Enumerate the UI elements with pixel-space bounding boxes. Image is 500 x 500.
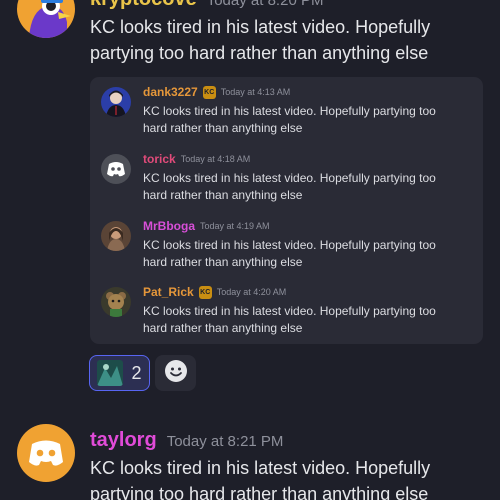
forwarded-author-name[interactable]: dank3227 [143,85,198,99]
teddy-bear-avatar-icon[interactable] [101,287,131,317]
anime-character-avatar-icon[interactable] [101,87,131,117]
photo-avatar-icon[interactable] [101,221,131,251]
forwarded-messages-embed: dank3227 KC Today at 4:13 AM KC looks ti… [90,77,483,344]
forwarded-message-text: KC looks tired in his latest video. Hope… [143,171,436,202]
custom-emoji-icon [97,360,124,386]
bird-avatar-icon[interactable] [17,0,75,38]
message-taylorg: taylorg Today at 8:21 PM KC looks tired … [0,420,500,500]
reaction-count: 2 [131,362,142,383]
server-tag-badge: KC [202,85,216,99]
reaction-button[interactable]: 2 [89,355,150,391]
forwarded-message: dank3227 KC Today at 4:13 AM KC looks ti… [90,77,483,137]
forwarded-timestamp: Today at 4:18 AM [180,154,251,164]
discord-default-avatar-icon[interactable] [101,154,131,184]
timestamp: Today at 8:20 PM [206,0,324,9]
forwarded-message-text: KC looks tired in his latest video. Hope… [143,304,436,335]
add-reaction-smiley-icon [164,359,188,388]
forwarded-author-name[interactable]: torick [143,152,176,166]
author-name[interactable]: kryptocove [90,0,197,11]
forwarded-timestamp: Today at 4:13 AM [220,87,291,97]
message-text: KC looks tired in his latest video. Hope… [90,458,431,500]
forwarded-timestamp: Today at 4:20 AM [216,287,287,297]
forwarded-author-name[interactable]: Pat_Rick [143,285,194,299]
forwarded-message: torick Today at 4:18 AM KC looks tired i… [90,144,483,204]
server-tag-badge: KC [198,285,212,299]
forwarded-message-text: KC looks tired in his latest video. Hope… [143,104,436,135]
message-kryptocove: kryptocove Today at 8:20 PM KC looks tir… [0,0,500,400]
timestamp: Today at 8:21 PM [166,433,284,450]
message-text: KC looks tired in his latest video. Hope… [90,17,431,63]
forwarded-message: MrBboga Today at 4:19 AM KC looks tired … [90,211,483,271]
forwarded-message: Pat_Rick KC Today at 4:20 AM KC looks ti… [90,277,483,337]
forwarded-author-name[interactable]: MrBboga [143,219,195,233]
forwarded-timestamp: Today at 4:19 AM [200,221,270,231]
add-reaction-button[interactable] [155,355,196,391]
author-name[interactable]: taylorg [90,429,157,452]
forwarded-message-text: KC looks tired in his latest video. Hope… [143,238,436,269]
discord-default-avatar-icon[interactable] [17,424,75,482]
